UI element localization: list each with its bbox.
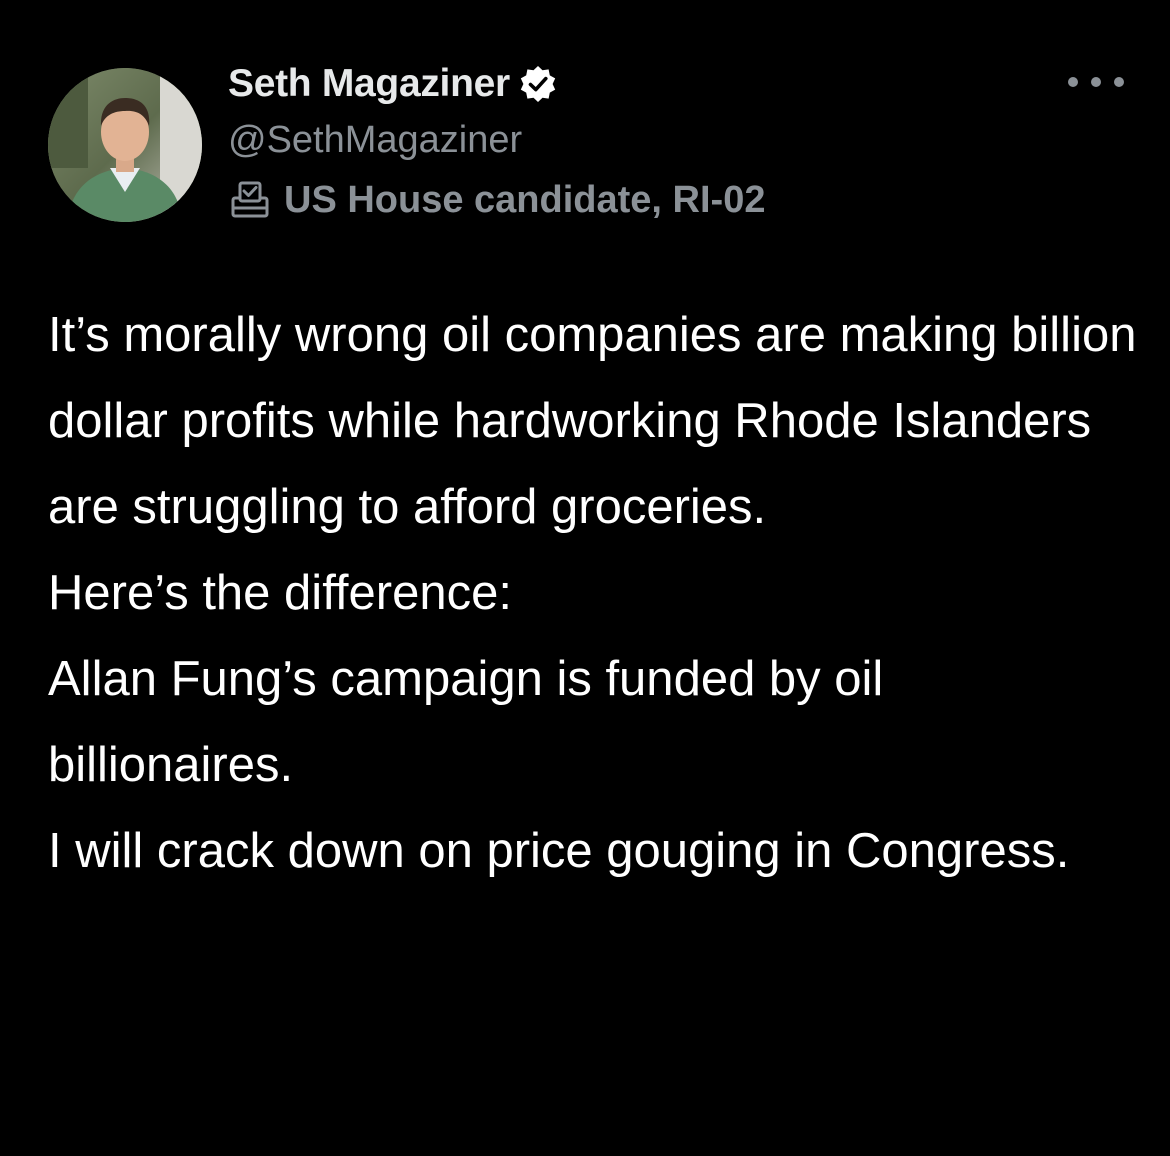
- more-options-button[interactable]: [1068, 62, 1124, 102]
- tweet-paragraph: Here’s the difference:: [48, 566, 512, 620]
- tweet-paragraph: Allan Fung’s campaign is funded by oil b…: [48, 652, 884, 792]
- affiliation-row: US House candidate, RI-02: [228, 172, 765, 228]
- more-options-icon: [1068, 77, 1078, 87]
- tweet-paragraph: It’s morally wrong oil companies are mak…: [48, 308, 1137, 534]
- tweet-card: Seth Magaziner @SethMagaziner US House c…: [0, 0, 1170, 1156]
- tweet-paragraph: I will crack down on price gouging in Co…: [48, 824, 1070, 878]
- more-options-icon: [1091, 77, 1101, 87]
- ballot-box-icon: [228, 178, 272, 222]
- display-name[interactable]: Seth Magaziner: [228, 62, 510, 106]
- verified-badge-icon: [518, 64, 558, 104]
- name-row: Seth Magaziner: [228, 58, 765, 110]
- avatar[interactable]: [48, 68, 202, 222]
- more-options-icon: [1114, 77, 1124, 87]
- tweet-header: Seth Magaziner @SethMagaziner US House c…: [228, 58, 765, 228]
- avatar-photo: [48, 68, 202, 222]
- affiliation-label: US House candidate, RI-02: [284, 178, 766, 221]
- user-handle[interactable]: @SethMagaziner: [228, 114, 765, 166]
- tweet-text: It’s morally wrong oil companies are mak…: [48, 292, 1138, 894]
